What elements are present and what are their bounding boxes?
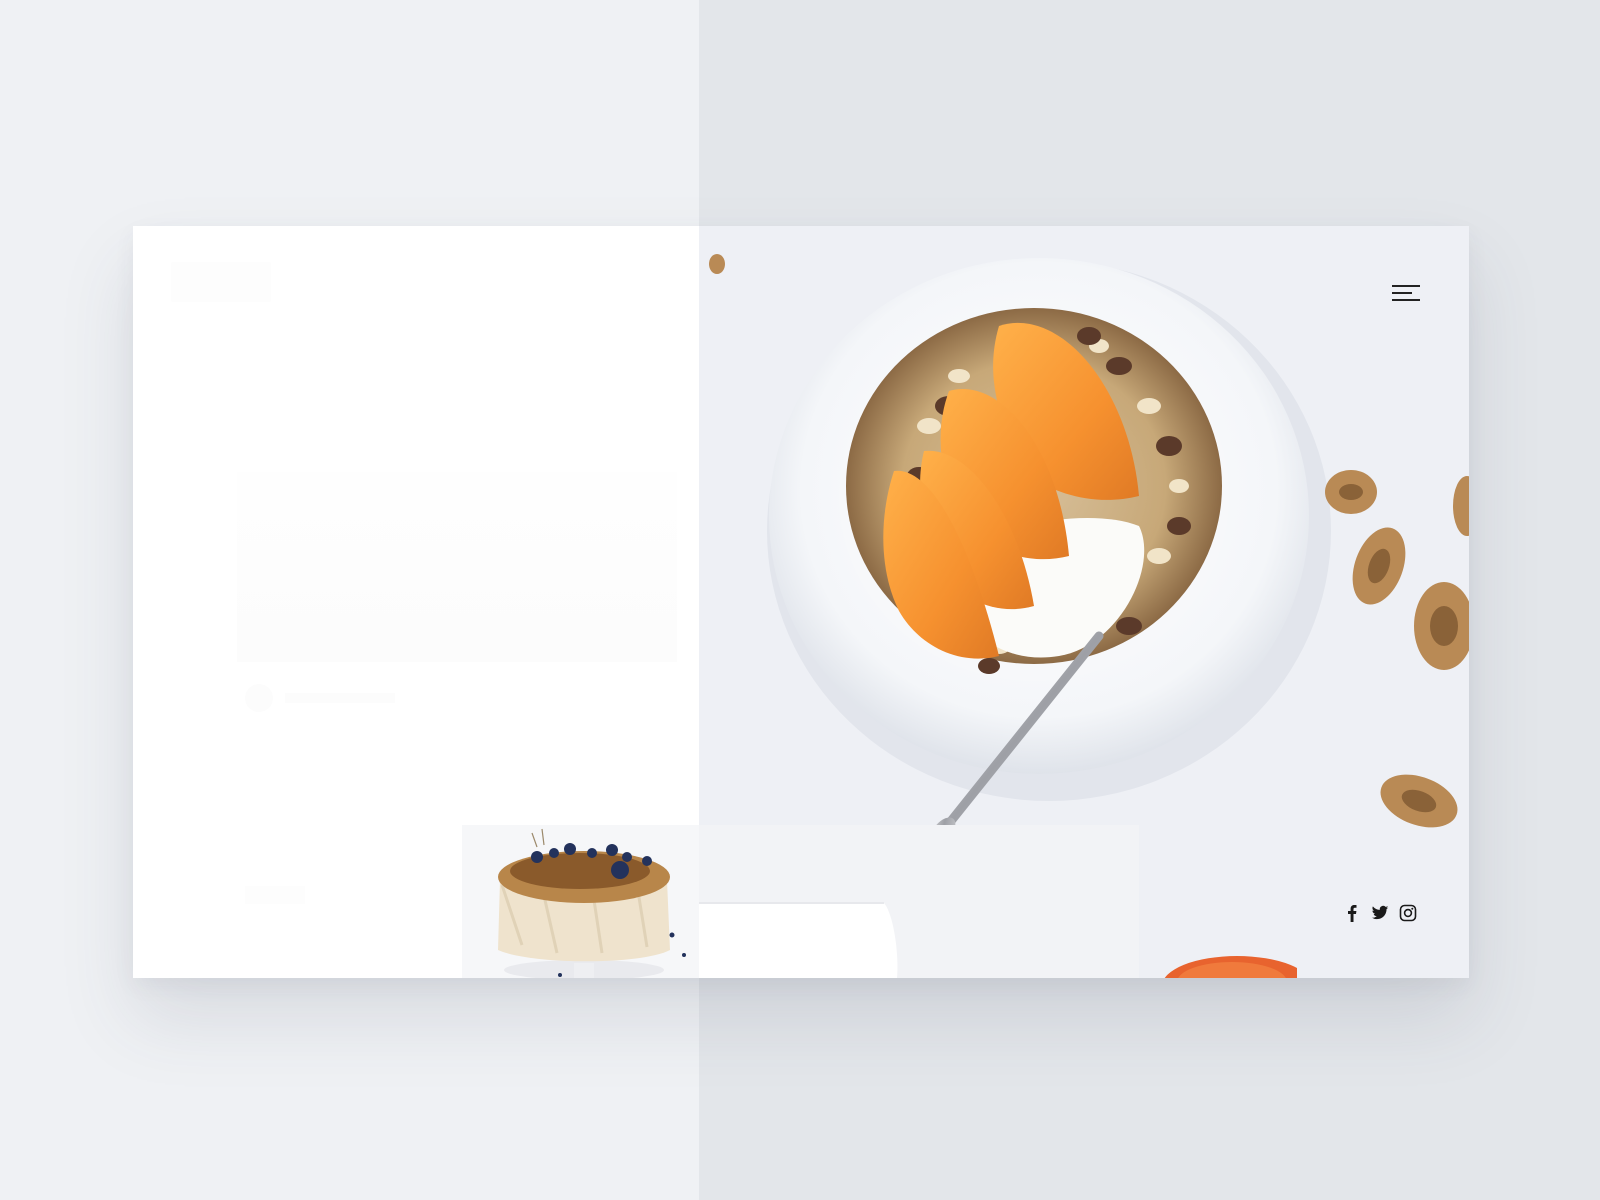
cake-illustration (462, 825, 699, 978)
menu-bar (1392, 292, 1412, 294)
twitter-icon[interactable] (1371, 904, 1389, 922)
logo[interactable] (171, 262, 271, 302)
hamburger-menu-icon[interactable] (1384, 278, 1424, 308)
cta-link[interactable] (245, 682, 405, 714)
gallery-thumb-orange[interactable] (1137, 946, 1297, 978)
orange-illustration (1164, 956, 1297, 978)
hero-heading-area (237, 472, 677, 662)
social-links (1343, 904, 1417, 922)
facebook-icon[interactable] (1343, 904, 1361, 922)
instagram-icon[interactable] (1399, 904, 1417, 922)
play-icon (245, 684, 273, 712)
gallery-thumb-napkin[interactable] (699, 825, 1139, 978)
menu-bar (1392, 285, 1420, 287)
napkin-illustration (699, 825, 1139, 978)
cta-label (285, 693, 395, 703)
landing-card (133, 226, 1469, 978)
slide-counter (245, 886, 305, 904)
gallery-thumb-cake[interactable] (462, 825, 699, 978)
menu-bar (1392, 299, 1420, 301)
